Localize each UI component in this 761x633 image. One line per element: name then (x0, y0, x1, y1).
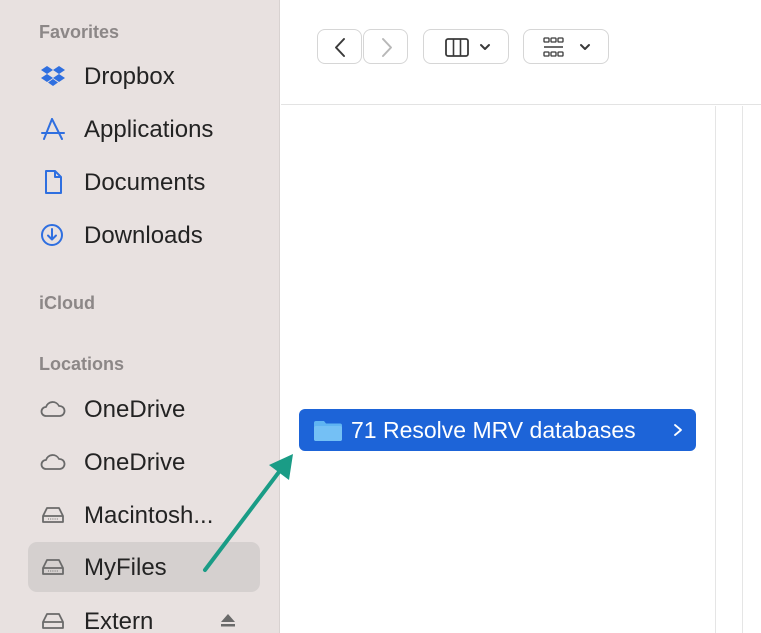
sidebar-item-label: MyFiles (84, 554, 167, 581)
sidebar-item-downloads[interactable]: Downloads (28, 210, 260, 260)
sidebar-item-label: OneDrive (84, 449, 186, 476)
chevron-right-icon (674, 424, 682, 436)
sidebar-item-onedrive-2[interactable]: OneDrive (28, 437, 260, 487)
sidebar-item-label: Documents (84, 169, 206, 196)
favorites-header: Favorites (39, 22, 120, 42)
cloud-icon (40, 401, 66, 417)
sidebar-item-label: Dropbox (84, 63, 175, 90)
sidebar-item-applications[interactable]: Applications (28, 104, 260, 154)
drive-icon (42, 507, 64, 523)
locations-header: Locations (39, 354, 125, 374)
group-mode-button[interactable] (523, 29, 609, 64)
cloud-icon (40, 454, 66, 470)
folder-name: 71 Resolve MRV databases (351, 417, 636, 443)
sidebar-item-label: Downloads (84, 222, 203, 249)
download-icon (41, 224, 63, 246)
sidebar-item-label: Applications (84, 116, 214, 143)
sidebar-item-onedrive[interactable]: OneDrive (28, 384, 260, 434)
sidebar-item-extern[interactable]: Extern (28, 596, 260, 633)
sidebar-item-documents[interactable]: Documents (28, 157, 260, 207)
sidebar-item-label: Extern (84, 608, 154, 633)
back-button[interactable] (317, 29, 362, 64)
view-mode-button[interactable] (423, 29, 509, 64)
forward-button[interactable] (363, 29, 408, 64)
folder-row-selected[interactable]: 71 Resolve MRV databases (299, 409, 696, 451)
file-browser-content (281, 106, 761, 633)
drive-icon (42, 559, 64, 575)
dropbox-icon (41, 66, 65, 86)
columns-view-icon (445, 38, 490, 57)
sidebar-item-dropbox[interactable]: Dropbox (28, 51, 260, 101)
sidebar-item-myfiles[interactable]: MyFiles (28, 542, 260, 592)
icloud-header[interactable]: iCloud (39, 293, 95, 314)
sidebar: Favorites Dropbox Applications Documents… (0, 0, 280, 633)
sidebar-item-macintosh[interactable]: Macintosh... (28, 490, 260, 540)
eject-icon[interactable] (218, 610, 238, 630)
drive-icon (42, 613, 64, 629)
toolbar (281, 0, 761, 105)
icon-grid-icon (543, 37, 590, 57)
sidebar-item-label: OneDrive (84, 396, 186, 423)
applications-icon (41, 118, 65, 140)
column-divider[interactable] (715, 106, 743, 633)
back-chevron-icon (335, 38, 345, 57)
sidebar-item-label: Macintosh... (84, 502, 214, 529)
folder-icon (314, 421, 342, 441)
document-icon (45, 170, 62, 194)
forward-chevron-icon (382, 38, 392, 57)
